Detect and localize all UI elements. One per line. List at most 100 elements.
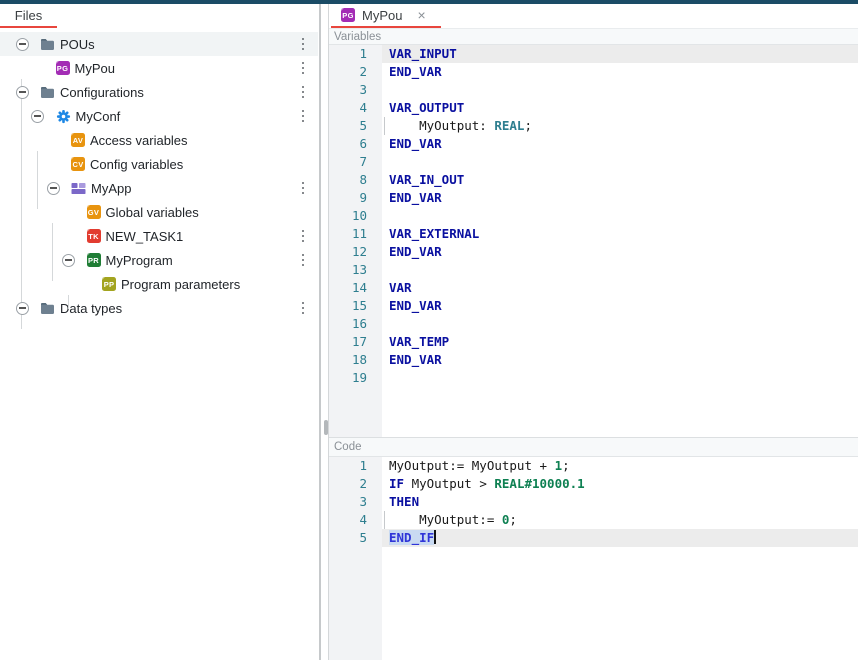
line-content: MyOutput: REAL;	[382, 117, 858, 135]
collapse-expander-icon[interactable]	[14, 300, 30, 316]
kebab-menu-icon[interactable]	[297, 36, 309, 52]
pr-file-icon: PR	[87, 253, 101, 267]
tree-item-config-variables[interactable]: CVConfig variables	[0, 152, 318, 176]
folder-icon	[40, 85, 55, 100]
tab-mypou[interactable]: PG MyPou ×	[331, 4, 441, 28]
kebab-menu-icon[interactable]	[297, 180, 309, 196]
collapse-expander-icon[interactable]	[30, 108, 46, 124]
line-number: 4	[329, 99, 382, 117]
editor-line-4[interactable]: 4VAR_OUTPUT	[329, 99, 858, 117]
editor-line-19[interactable]: 19	[329, 369, 858, 387]
line-number: 16	[329, 315, 382, 333]
editor-line-13[interactable]: 13	[329, 261, 858, 279]
editor-line-14[interactable]: 14VAR	[329, 279, 858, 297]
line-content: END_VAR	[382, 189, 858, 207]
line-content	[382, 315, 858, 333]
editor-line-12[interactable]: 12END_VAR	[329, 243, 858, 261]
editor-line-6[interactable]: 6END_VAR	[329, 135, 858, 153]
editor-line-15[interactable]: 15END_VAR	[329, 297, 858, 315]
tree-item-access-variables[interactable]: AVAccess variables	[0, 128, 318, 152]
tree-item-label: MyPou	[75, 61, 115, 76]
line-number: 1	[329, 457, 382, 475]
editor-line-17[interactable]: 17VAR_TEMP	[329, 333, 858, 351]
editor-line-16[interactable]: 16	[329, 315, 858, 333]
editor-line-1[interactable]: 1MyOutput:= MyOutput + 1;	[329, 457, 858, 475]
code-editor[interactable]: 1MyOutput:= MyOutput + 1;2IF MyOutput > …	[329, 457, 858, 660]
tree-item-myprogram[interactable]: PRMyProgram	[0, 248, 318, 272]
indent-guide	[384, 117, 385, 135]
line-content: VAR_IN_OUT	[382, 171, 858, 189]
editor-line-1[interactable]: 1VAR_INPUT	[329, 45, 858, 63]
editor-line-10[interactable]: 10	[329, 207, 858, 225]
line-content: END_VAR	[382, 63, 858, 81]
line-content: VAR_INPUT	[382, 45, 858, 63]
tree-connector	[21, 79, 22, 329]
folder-icon	[40, 37, 55, 52]
editor-line-11[interactable]: 11VAR_EXTERNAL	[329, 225, 858, 243]
kebab-menu-icon[interactable]	[297, 108, 309, 124]
line-number: 4	[329, 511, 382, 529]
code-section-title: Code	[334, 441, 362, 453]
editor-line-5[interactable]: 5 MyOutput: REAL;	[329, 117, 858, 135]
pg-file-icon: PG	[56, 61, 70, 75]
tk-file-icon: TK	[87, 229, 101, 243]
panel-splitter[interactable]	[319, 4, 321, 660]
tree-item-label: POUs	[60, 37, 95, 52]
splitter-handle[interactable]	[324, 420, 328, 435]
tree-item-global-variables[interactable]: GVGlobal variables	[0, 200, 318, 224]
tree-connector	[37, 151, 38, 209]
line-content: VAR_TEMP	[382, 333, 858, 351]
editor-panel: PG MyPou × Variables 1VAR_INPUT2END_VAR3…	[328, 4, 858, 660]
tree-item-pous[interactable]: POUs	[0, 32, 318, 56]
tab-files[interactable]: Files	[0, 4, 57, 28]
editor-line-3[interactable]: 3THEN	[329, 493, 858, 511]
line-content: END_IF	[382, 529, 858, 547]
collapse-expander-icon[interactable]	[14, 84, 30, 100]
kebab-menu-icon[interactable]	[297, 84, 309, 100]
collapse-expander-icon[interactable]	[45, 180, 61, 196]
editor-line-2[interactable]: 2END_VAR	[329, 63, 858, 81]
tree-item-new-task1[interactable]: TK NEW_TASK1	[0, 224, 318, 248]
line-number: 5	[329, 117, 382, 135]
line-number: 15	[329, 297, 382, 315]
line-content: MyOutput:= 0;	[382, 511, 858, 529]
line-number: 14	[329, 279, 382, 297]
collapse-expander-icon[interactable]	[14, 36, 30, 52]
line-content: IF MyOutput > REAL#10000.1	[382, 475, 858, 493]
editor-line-8[interactable]: 8VAR_IN_OUT	[329, 171, 858, 189]
editor-line-4[interactable]: 4 MyOutput:= 0;	[329, 511, 858, 529]
tree-item-program-parameters[interactable]: PPProgram parameters	[0, 272, 318, 296]
collapse-expander-icon[interactable]	[61, 252, 77, 268]
variables-editor[interactable]: 1VAR_INPUT2END_VAR34VAR_OUTPUT5 MyOutput…	[329, 45, 858, 437]
line-number: 19	[329, 369, 382, 387]
sidebar-tabbar: Files	[0, 4, 318, 28]
tree-item-label: NEW_TASK1	[106, 229, 184, 244]
kebab-menu-icon[interactable]	[297, 300, 309, 316]
line-content	[382, 207, 858, 225]
tree-item-mypou[interactable]: PG MyPou	[0, 56, 318, 80]
editor-line-5[interactable]: 5END_IF	[329, 529, 858, 547]
tree-item-myapp[interactable]: MyApp	[0, 176, 318, 200]
tree-connector	[68, 295, 69, 309]
editor-line-18[interactable]: 18END_VAR	[329, 351, 858, 369]
line-number: 5	[329, 529, 382, 547]
tree-item-label: MyApp	[91, 181, 131, 196]
tree-item-myconf[interactable]: MyConf	[0, 104, 318, 128]
line-number: 8	[329, 171, 382, 189]
tree-item-label: Configurations	[60, 85, 144, 100]
line-number: 18	[329, 351, 382, 369]
line-content: THEN	[382, 493, 858, 511]
tree-item-data-types[interactable]: Data types	[0, 296, 318, 320]
kebab-menu-icon[interactable]	[297, 252, 309, 268]
close-icon[interactable]: ×	[417, 8, 425, 22]
editor-line-9[interactable]: 9END_VAR	[329, 189, 858, 207]
tree-item-configurations[interactable]: Configurations	[0, 80, 318, 104]
line-number: 2	[329, 475, 382, 493]
editor-line-2[interactable]: 2IF MyOutput > REAL#10000.1	[329, 475, 858, 493]
kebab-menu-icon[interactable]	[297, 60, 309, 76]
kebab-menu-icon[interactable]	[297, 228, 309, 244]
line-content: VAR	[382, 279, 858, 297]
editor-line-3[interactable]: 3	[329, 81, 858, 99]
editor-line-7[interactable]: 7	[329, 153, 858, 171]
line-number: 17	[329, 333, 382, 351]
